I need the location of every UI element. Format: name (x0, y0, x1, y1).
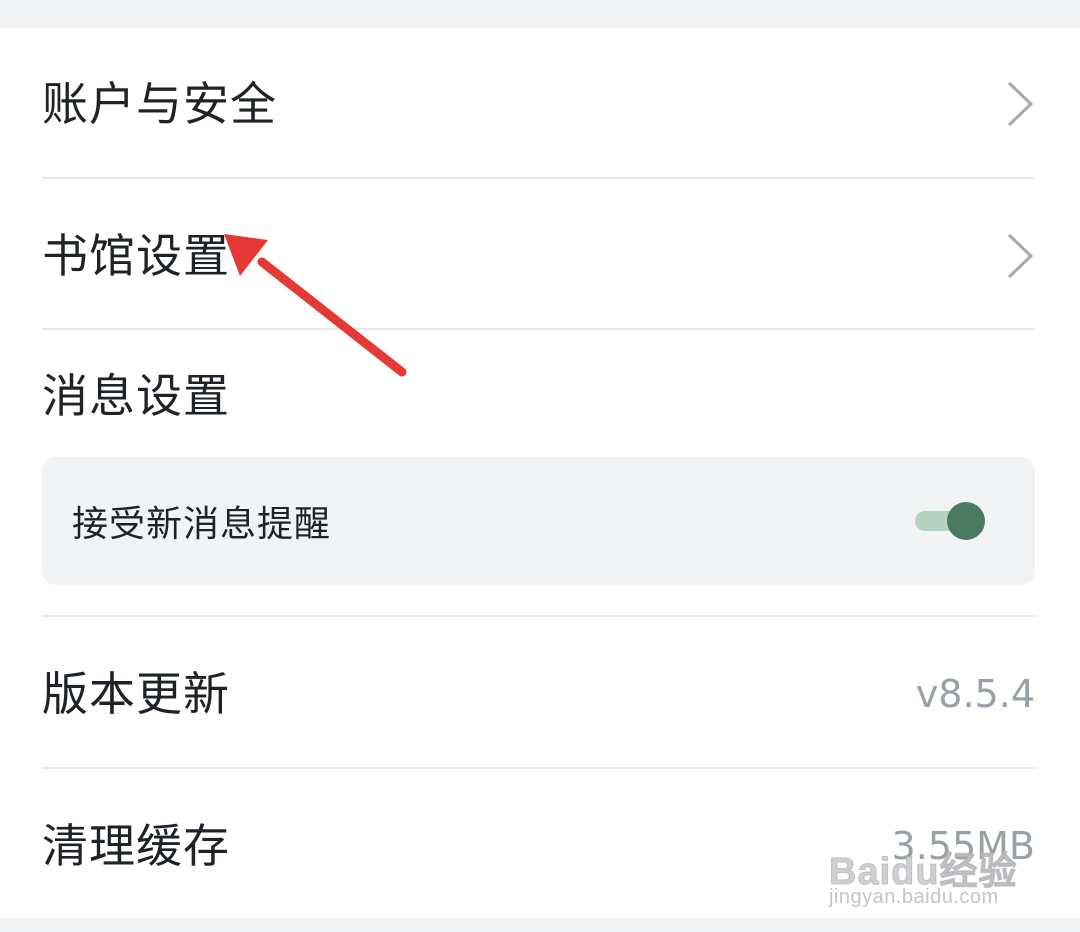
version-update-row[interactable]: 版本更新 v8.5.4 (42, 654, 1035, 734)
settings-screen: 账户与安全 书馆设置 消息设置 接受新消息提醒 版本更新 v8.5.4 清理缓存… (0, 0, 1080, 932)
cache-size-value: 3.55MB (891, 824, 1035, 868)
receive-notifications-label: 接受新消息提醒 (72, 504, 332, 545)
message-settings-label: 消息设置 (42, 369, 230, 423)
clear-cache-row[interactable]: 清理缓存 3.55MB (42, 806, 1035, 886)
divider (42, 328, 1035, 330)
clear-cache-label: 清理缓存 (42, 819, 230, 873)
message-settings-header: 消息设置 (42, 356, 1035, 436)
settings-card: 账户与安全 书馆设置 消息设置 接受新消息提醒 版本更新 v8.5.4 清理缓存… (0, 28, 1080, 918)
library-settings-label: 书馆设置 (42, 229, 230, 283)
divider (42, 615, 1035, 617)
receive-notifications-toggle[interactable] (915, 501, 985, 541)
account-security-row[interactable]: 账户与安全 (42, 64, 1035, 144)
chevron-right-icon (1005, 231, 1035, 281)
version-value: v8.5.4 (915, 672, 1035, 716)
divider (42, 177, 1035, 179)
divider (42, 767, 1035, 769)
library-settings-row[interactable]: 书馆设置 (42, 216, 1035, 296)
account-security-label: 账户与安全 (42, 77, 277, 131)
chevron-right-icon (1005, 79, 1035, 129)
version-update-label: 版本更新 (42, 667, 230, 721)
toggle-knob (947, 502, 985, 540)
receive-notifications-row: 接受新消息提醒 (42, 457, 1035, 585)
